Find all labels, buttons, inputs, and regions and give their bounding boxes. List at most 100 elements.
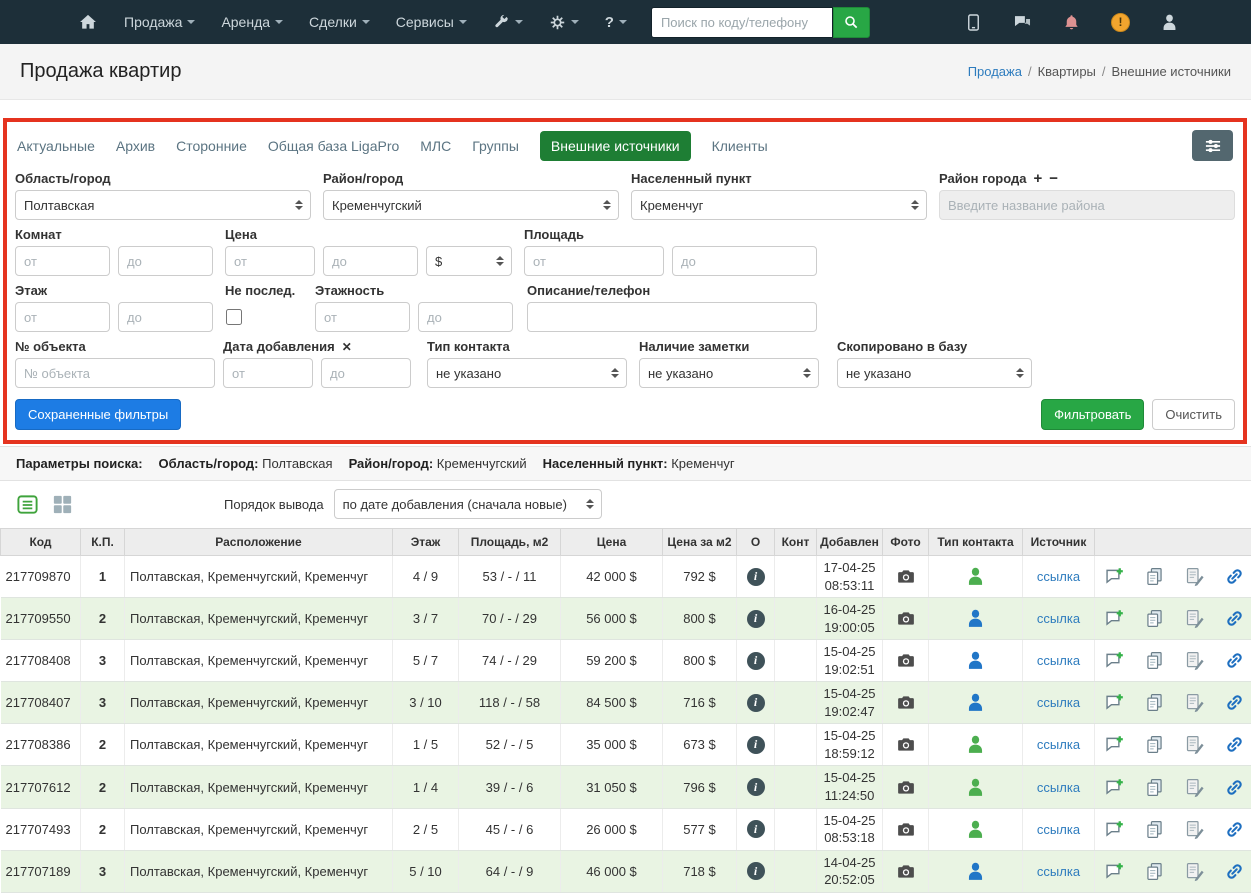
- alert-icon[interactable]: !: [1111, 13, 1130, 32]
- edit-document-icon[interactable]: [1184, 777, 1205, 798]
- floor-to-input[interactable]: [118, 302, 213, 332]
- copy-icon[interactable]: [1144, 608, 1165, 629]
- add-comment-icon[interactable]: [1104, 861, 1125, 882]
- contact-type-person-icon[interactable]: [965, 777, 986, 798]
- external-link-icon[interactable]: [1224, 819, 1245, 840]
- floors-total-to-input[interactable]: [418, 302, 513, 332]
- contact-type-person-icon[interactable]: [965, 566, 986, 587]
- date-to-input[interactable]: [321, 358, 411, 388]
- rooms-from-input[interactable]: [15, 246, 110, 276]
- contact-type-person-icon[interactable]: [965, 692, 986, 713]
- tab-third-party[interactable]: Сторонние: [176, 138, 247, 154]
- info-icon[interactable]: i: [747, 820, 765, 838]
- external-link-icon[interactable]: [1224, 608, 1245, 629]
- add-comment-icon[interactable]: [1104, 734, 1125, 755]
- edit-document-icon[interactable]: [1184, 566, 1205, 587]
- add-comment-icon[interactable]: [1104, 650, 1125, 671]
- copy-icon[interactable]: [1144, 650, 1165, 671]
- add-comment-icon[interactable]: [1104, 566, 1125, 587]
- menu-tools[interactable]: [493, 14, 523, 31]
- area-to-input[interactable]: [672, 246, 817, 276]
- breadcrumb-sales[interactable]: Продажа: [968, 64, 1022, 79]
- add-comment-icon[interactable]: [1104, 819, 1125, 840]
- external-link-icon[interactable]: [1224, 777, 1245, 798]
- edit-document-icon[interactable]: [1184, 608, 1205, 629]
- contact-type-select[interactable]: не указано: [427, 358, 627, 388]
- menu-services[interactable]: Сервисы: [396, 14, 467, 30]
- rooms-to-input[interactable]: [118, 246, 213, 276]
- info-icon[interactable]: i: [747, 736, 765, 754]
- external-link-icon[interactable]: [1224, 692, 1245, 713]
- copy-icon[interactable]: [1144, 861, 1165, 882]
- copy-icon[interactable]: [1144, 692, 1165, 713]
- source-link[interactable]: ссылка: [1037, 822, 1080, 837]
- contact-type-person-icon[interactable]: [965, 608, 986, 629]
- region-select[interactable]: Полтавская: [15, 190, 311, 220]
- photo-camera-icon[interactable]: [894, 734, 918, 755]
- floors-total-from-input[interactable]: [315, 302, 410, 332]
- source-link[interactable]: ссылка: [1037, 780, 1080, 795]
- add-district-icon[interactable]: +: [1034, 171, 1043, 186]
- contact-type-person-icon[interactable]: [965, 819, 986, 840]
- photo-camera-icon[interactable]: [894, 861, 918, 882]
- note-select[interactable]: не указано: [639, 358, 819, 388]
- tab-archive[interactable]: Архив: [116, 138, 155, 154]
- breadcrumb-apartments[interactable]: Квартиры: [1038, 64, 1096, 79]
- docs-icon[interactable]: [964, 13, 983, 32]
- tab-clients[interactable]: Клиенты: [712, 138, 768, 154]
- filter-settings-button[interactable]: [1192, 130, 1233, 161]
- search-button[interactable]: [833, 7, 870, 38]
- not-last-floor-checkbox[interactable]: [226, 309, 242, 325]
- menu-sales[interactable]: Продажа: [124, 14, 195, 30]
- menu-settings[interactable]: [549, 14, 579, 31]
- description-phone-input[interactable]: [527, 302, 817, 332]
- menu-rent[interactable]: Аренда: [221, 14, 283, 30]
- add-comment-icon[interactable]: [1104, 692, 1125, 713]
- add-comment-icon[interactable]: [1104, 777, 1125, 798]
- date-from-input[interactable]: [223, 358, 313, 388]
- edit-document-icon[interactable]: [1184, 861, 1205, 882]
- search-input[interactable]: [651, 7, 833, 38]
- settlement-select[interactable]: Кременчуг: [631, 190, 927, 220]
- photo-camera-icon[interactable]: [894, 608, 918, 629]
- source-link[interactable]: ссылка: [1037, 695, 1080, 710]
- edit-document-icon[interactable]: [1184, 692, 1205, 713]
- info-icon[interactable]: i: [747, 778, 765, 796]
- photo-camera-icon[interactable]: [894, 777, 918, 798]
- tab-ligapro-base[interactable]: Общая база LigaPro: [268, 138, 399, 154]
- floor-from-input[interactable]: [15, 302, 110, 332]
- area-from-input[interactable]: [524, 246, 664, 276]
- edit-document-icon[interactable]: [1184, 734, 1205, 755]
- messages-icon[interactable]: [1013, 13, 1032, 32]
- tab-actual[interactable]: Актуальные: [17, 138, 95, 154]
- copy-icon[interactable]: [1144, 734, 1165, 755]
- tab-external-sources[interactable]: Внешние источники: [540, 131, 691, 161]
- grid-view-icon[interactable]: [51, 493, 74, 516]
- order-select[interactable]: по дате добавления (сначала новые): [334, 489, 602, 519]
- district-select[interactable]: Кременчугский: [323, 190, 619, 220]
- info-icon[interactable]: i: [747, 694, 765, 712]
- currency-select[interactable]: $: [426, 246, 512, 276]
- account-icon[interactable]: [1160, 13, 1179, 32]
- notifications-bell-icon[interactable]: [1062, 13, 1081, 32]
- edit-document-icon[interactable]: [1184, 650, 1205, 671]
- city-district-input[interactable]: [939, 190, 1235, 220]
- remove-district-icon[interactable]: −: [1049, 171, 1058, 186]
- external-link-icon[interactable]: [1224, 734, 1245, 755]
- list-view-icon[interactable]: [16, 493, 39, 516]
- filter-button[interactable]: Фильтровать: [1041, 399, 1144, 430]
- external-link-icon[interactable]: [1224, 861, 1245, 882]
- copy-icon[interactable]: [1144, 566, 1165, 587]
- contact-type-person-icon[interactable]: [965, 734, 986, 755]
- source-link[interactable]: ссылка: [1037, 569, 1080, 584]
- tab-groups[interactable]: Группы: [472, 138, 519, 154]
- external-link-icon[interactable]: [1224, 650, 1245, 671]
- copy-icon[interactable]: [1144, 777, 1165, 798]
- copied-select[interactable]: не указано: [837, 358, 1032, 388]
- source-link[interactable]: ссылка: [1037, 611, 1080, 626]
- info-icon[interactable]: i: [747, 652, 765, 670]
- menu-help[interactable]: ?: [605, 14, 627, 31]
- contact-type-person-icon[interactable]: [965, 650, 986, 671]
- saved-filters-button[interactable]: Сохраненные фильтры: [15, 399, 181, 430]
- photo-camera-icon[interactable]: [894, 819, 918, 840]
